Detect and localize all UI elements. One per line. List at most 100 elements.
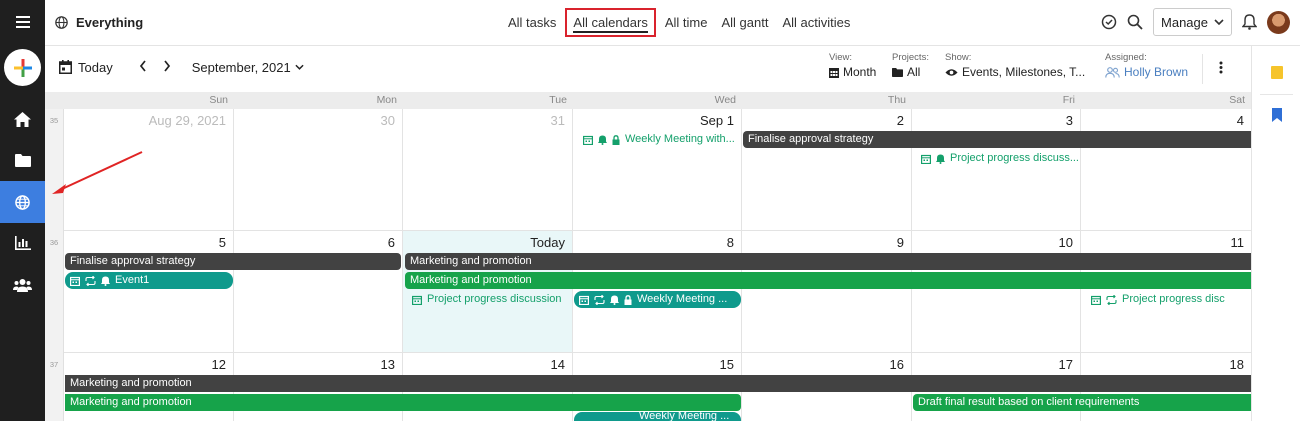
view-label: View: (829, 52, 853, 63)
lock-icon (624, 294, 632, 305)
tab-all-tasks[interactable]: All tasks (501, 8, 563, 37)
day-cell[interactable]: 2 (742, 109, 912, 231)
day-cell[interactable]: 10 (912, 231, 1081, 353)
day-cell[interactable]: 5 (64, 231, 234, 353)
day-cell[interactable]: Aug 29, 2021 (64, 109, 234, 231)
event-title: Marketing and promotion (410, 274, 532, 286)
month-calendar: Sun Mon Tue Wed Thu Fri Sat 35 36 37 Aug… (45, 92, 1251, 421)
day-cell[interactable]: 4 (1081, 109, 1251, 231)
tab-all-gantt[interactable]: All gantt (714, 8, 775, 37)
more-options-button[interactable] (1219, 61, 1223, 79)
date-navigation: Today September, 2021 (59, 59, 304, 75)
globe-icon (55, 16, 68, 29)
month-picker[interactable]: September, 2021 (192, 60, 304, 75)
event-event1[interactable]: Event1 (65, 272, 233, 289)
day-cell[interactable]: Sep 1 (573, 109, 742, 231)
event-finalise-approval[interactable]: Finalise approval strategy (65, 253, 401, 270)
chevron-down-icon (295, 64, 304, 70)
assigned-selector[interactable]: Assigned: Holly Brown (1105, 52, 1188, 79)
event-finalise-approval[interactable]: Finalise approval strategy (743, 131, 1251, 148)
show-selector[interactable]: Show: Events, Milestones, T... (945, 52, 1085, 79)
bell-icon[interactable] (1242, 14, 1257, 30)
day-cell[interactable]: 6 (234, 231, 403, 353)
folder-icon[interactable] (0, 140, 45, 180)
weekday-label: Fri (1062, 94, 1075, 106)
workspace-selector[interactable]: Everything (55, 15, 143, 30)
manage-dropdown[interactable]: Manage (1153, 8, 1232, 36)
manage-label: Manage (1161, 14, 1208, 30)
bell-icon (101, 276, 110, 286)
home-icon[interactable] (0, 99, 45, 139)
calendar-toolbar: Today September, 2021 View: Month Projec… (45, 46, 1251, 92)
event-title: Project progress disc (1122, 293, 1225, 305)
reports-chart-icon[interactable] (0, 223, 45, 263)
repeat-icon (85, 275, 96, 286)
sticky-note-icon[interactable] (1271, 66, 1283, 79)
projects-selector[interactable]: Projects: All (892, 52, 929, 79)
globe-icon[interactable] (0, 181, 45, 223)
calendar-icon (921, 154, 931, 164)
day-number: 13 (380, 357, 395, 372)
create-button[interactable] (4, 49, 41, 86)
week-number-cell: 36 (45, 231, 64, 353)
timer-check-icon[interactable] (1101, 14, 1117, 30)
event-project-progress[interactable]: Project progress discuss... (913, 150, 1079, 167)
day-cell[interactable]: 31 (403, 109, 573, 231)
calendar-icon (579, 295, 589, 305)
top-bar: Everything All tasks All calendars All t… (45, 0, 1300, 46)
day-number: 5 (218, 235, 226, 250)
day-cell[interactable]: 3 (912, 109, 1081, 231)
event-marketing-promotion[interactable]: Marketing and promotion (405, 272, 1251, 289)
projects-label: Projects: (892, 52, 929, 63)
day-cell[interactable]: 9 (742, 231, 912, 353)
left-rail (0, 0, 45, 421)
event-marketing-promotion[interactable]: Marketing and promotion (65, 375, 1251, 392)
show-label: Show: (945, 52, 972, 63)
event-project-progress[interactable]: Project progress disc (1083, 291, 1251, 308)
prev-month-button[interactable] (131, 59, 155, 75)
view-selector[interactable]: View: Month (829, 52, 876, 79)
tab-all-activities[interactable]: All activities (775, 8, 857, 37)
weekday-label: Tue (549, 94, 567, 106)
bookmark-icon[interactable] (1272, 108, 1282, 122)
event-weekly-meeting[interactable]: Weekly Meeting ... (574, 291, 741, 308)
weekday-label: Thu (887, 94, 906, 106)
event-draft-final-result[interactable]: Draft final result based on client requi… (913, 394, 1251, 411)
weekday-label: Sat (1229, 94, 1245, 106)
menu-icon[interactable] (0, 2, 45, 42)
toolbar-divider (1202, 54, 1203, 84)
folder-icon (892, 67, 903, 77)
kebab-menu-icon (1219, 61, 1223, 74)
search-icon[interactable] (1127, 14, 1143, 30)
day-number: 9 (896, 235, 904, 250)
day-number: Sep 1 (700, 113, 734, 128)
day-cell[interactable]: 30 (234, 109, 403, 231)
today-label: Today (78, 59, 113, 75)
day-number: Aug 29, 2021 (148, 113, 226, 128)
day-number: 11 (1230, 235, 1245, 250)
day-number: 18 (1229, 357, 1244, 372)
event-marketing-promotion[interactable]: Marketing and promotion (65, 394, 741, 411)
event-title: Event1 (115, 274, 150, 286)
view-value: Month (843, 65, 877, 79)
event-weekly-meeting[interactable]: Weekly Meeting ... (574, 412, 741, 421)
month-label: September, 2021 (191, 59, 291, 75)
calendar-icon (1091, 295, 1101, 305)
event-marketing-promotion[interactable]: Marketing and promotion (405, 253, 1251, 270)
today-button[interactable]: Today (59, 60, 113, 75)
event-title: Finalise approval strategy (748, 133, 874, 145)
calendar-icon (70, 276, 80, 286)
event-project-progress[interactable]: Project progress discussion (404, 291, 572, 308)
day-number: Today (530, 235, 565, 250)
event-weekly-meeting[interactable]: Weekly Meeting with... (575, 131, 741, 148)
next-month-button[interactable] (155, 59, 179, 75)
users-icon[interactable] (0, 265, 45, 305)
app-root: Everything All tasks All calendars All t… (0, 0, 1300, 421)
week-number: 36 (49, 238, 59, 247)
tab-label: All activities (782, 15, 851, 30)
workspace-name: Everything (76, 15, 144, 30)
tab-all-calendars[interactable]: All calendars (565, 8, 656, 37)
day-number: 30 (380, 113, 395, 128)
tab-all-time[interactable]: All time (658, 8, 715, 37)
user-avatar[interactable] (1267, 10, 1290, 34)
